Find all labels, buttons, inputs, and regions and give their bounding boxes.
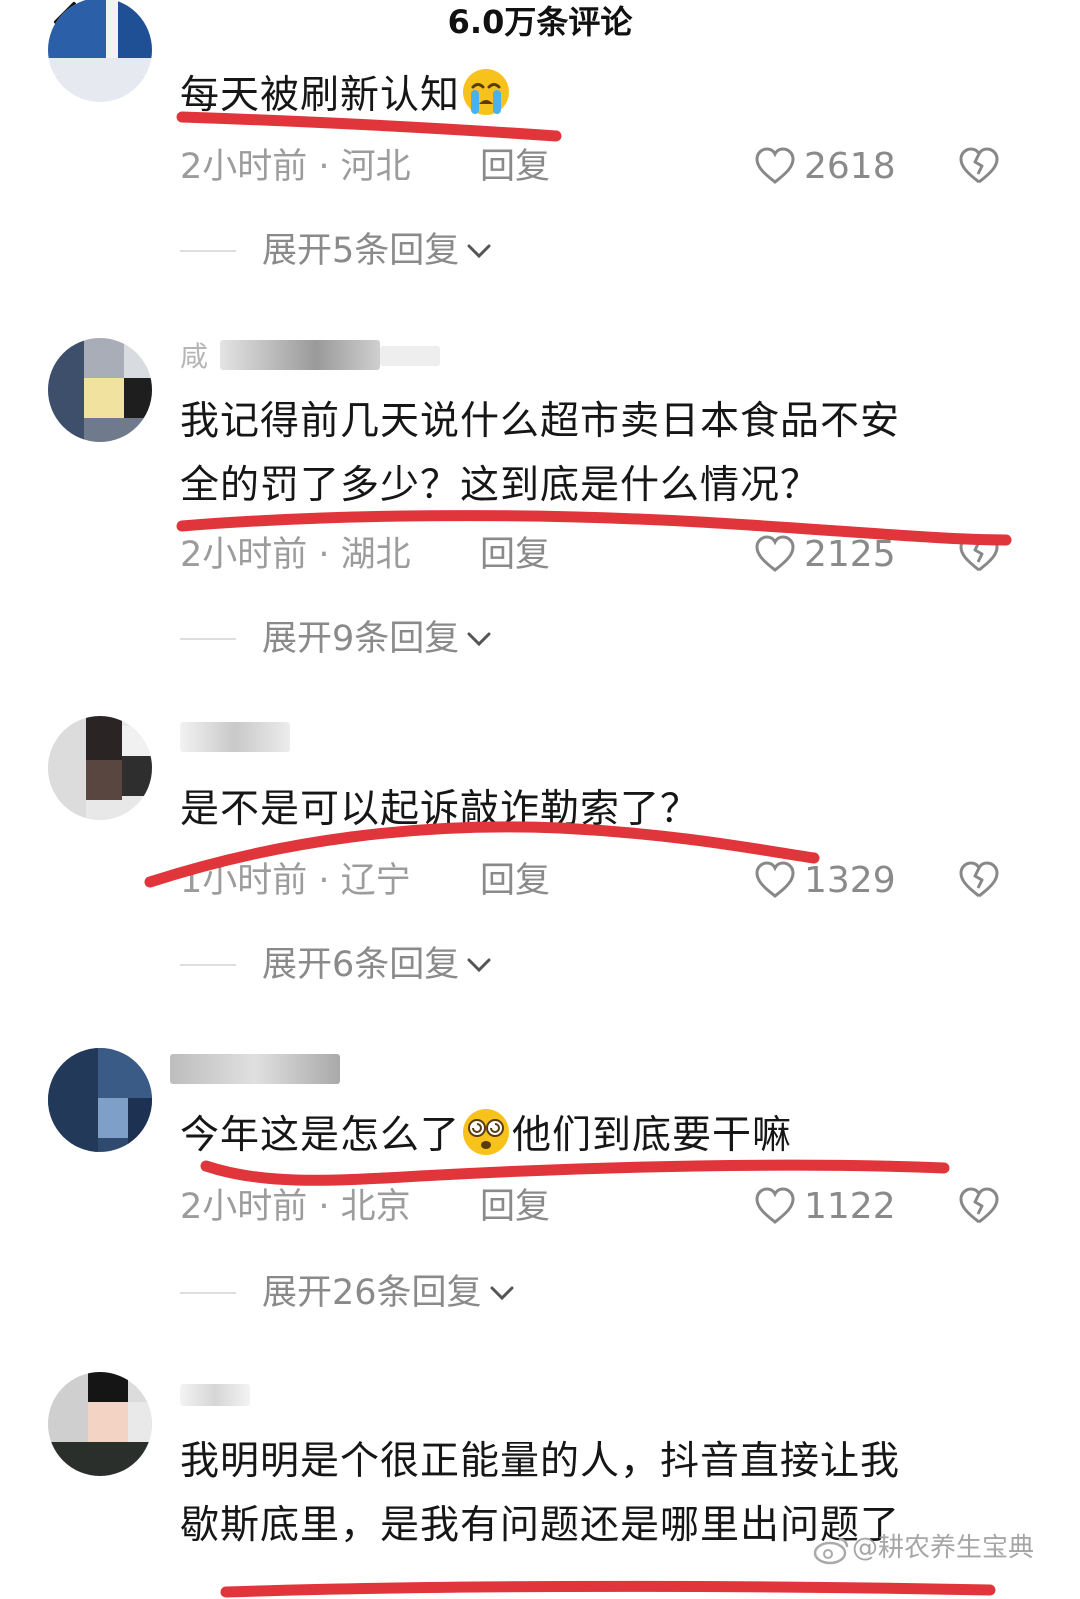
avatar[interactable] [48, 1048, 152, 1152]
time-location: 2小时前 · 北京 [180, 1187, 411, 1227]
avatar[interactable] [48, 0, 152, 102]
comment-count-title: 6.0万条评论 [447, 3, 633, 41]
comment-meta: 2小时前 · 湖北 回复 2125 [180, 530, 1020, 580]
chevron-down-icon [467, 244, 491, 259]
comment-text: 是不是可以起诉敲诈勒索了？ [180, 787, 701, 832]
comment-header: 6.0万条评论 [0, 0, 1080, 46]
avatar[interactable] [48, 1372, 152, 1476]
comment-meta: 2小时前 · 北京 回复 1122 [180, 1182, 1020, 1232]
avatar[interactable] [48, 716, 152, 820]
weibo-logo-icon [813, 1537, 849, 1564]
time-location: 2小时前 · 湖北 [180, 535, 411, 575]
expand-label: 展开26条回复 [262, 1273, 482, 1313]
broken-heart-icon[interactable] [958, 146, 1000, 186]
broken-heart-icon[interactable] [958, 860, 1000, 900]
comment-text: 我记得前几天说什么超市卖日本食品不安 全的罚了多少？这到底是什么情况？ [180, 399, 901, 508]
reply-button[interactable]: 回复 [480, 142, 550, 192]
divider [180, 964, 236, 966]
avatar[interactable] [48, 338, 152, 442]
expand-replies-button[interactable]: 展开5条回复 [180, 226, 680, 276]
like-count: 2618 [804, 146, 896, 187]
expand-replies-button[interactable]: 展开9条回复 [180, 614, 680, 664]
expand-label: 展开5条回复 [262, 231, 460, 271]
like-count: 1329 [804, 860, 896, 901]
chevron-down-icon [467, 958, 491, 973]
blurred-username [180, 1384, 250, 1406]
reply-button[interactable]: 回复 [480, 1182, 550, 1232]
like-count: 2125 [804, 534, 896, 575]
comment-meta: 1小时前 · 辽宁 回复 1329 [180, 856, 1020, 906]
comment-text: 今年这是怎么了 他们到底要干嘛 [180, 1104, 1000, 1168]
reply-button[interactable]: 回复 [480, 530, 550, 580]
comment-meta: 2小时前 · 河北 回复 2618 [180, 142, 1020, 192]
chevron-down-icon [490, 1286, 514, 1301]
broken-heart-icon[interactable] [958, 534, 1000, 574]
red-underline [220, 1580, 996, 1598]
heart-outline-icon[interactable] [754, 534, 796, 574]
heart-outline-icon[interactable] [754, 860, 796, 900]
dizzy-face-icon [463, 1109, 510, 1155]
blurred-username [380, 346, 440, 366]
time-location: 2小时前 · 河北 [180, 147, 411, 187]
divider [180, 1292, 236, 1294]
divider [180, 250, 236, 252]
expand-label: 展开9条回复 [262, 619, 460, 659]
expand-replies-button[interactable]: 展开6条回复 [180, 940, 680, 990]
watermark: @耕农养生宝典 [812, 1526, 1072, 1570]
time-location: 1小时前 · 辽宁 [180, 861, 411, 901]
expand-replies-button[interactable]: 展开26条回复 [180, 1268, 680, 1318]
broken-heart-icon[interactable] [958, 1186, 1000, 1226]
chevron-down-icon [467, 632, 491, 647]
comment-text: 每天被刷新认知 [180, 64, 1000, 128]
heart-outline-icon[interactable] [754, 1186, 796, 1226]
blurred-username [180, 722, 290, 752]
username[interactable]: 咸 [180, 340, 208, 374]
reply-button[interactable]: 回复 [480, 856, 550, 906]
like-count: 1122 [804, 1186, 896, 1227]
divider [180, 638, 236, 640]
blurred-username [220, 340, 380, 370]
heart-outline-icon[interactable] [754, 146, 796, 186]
loudly-crying-face-icon [463, 69, 510, 115]
expand-label: 展开6条回复 [262, 945, 460, 985]
blurred-username [170, 1054, 340, 1084]
